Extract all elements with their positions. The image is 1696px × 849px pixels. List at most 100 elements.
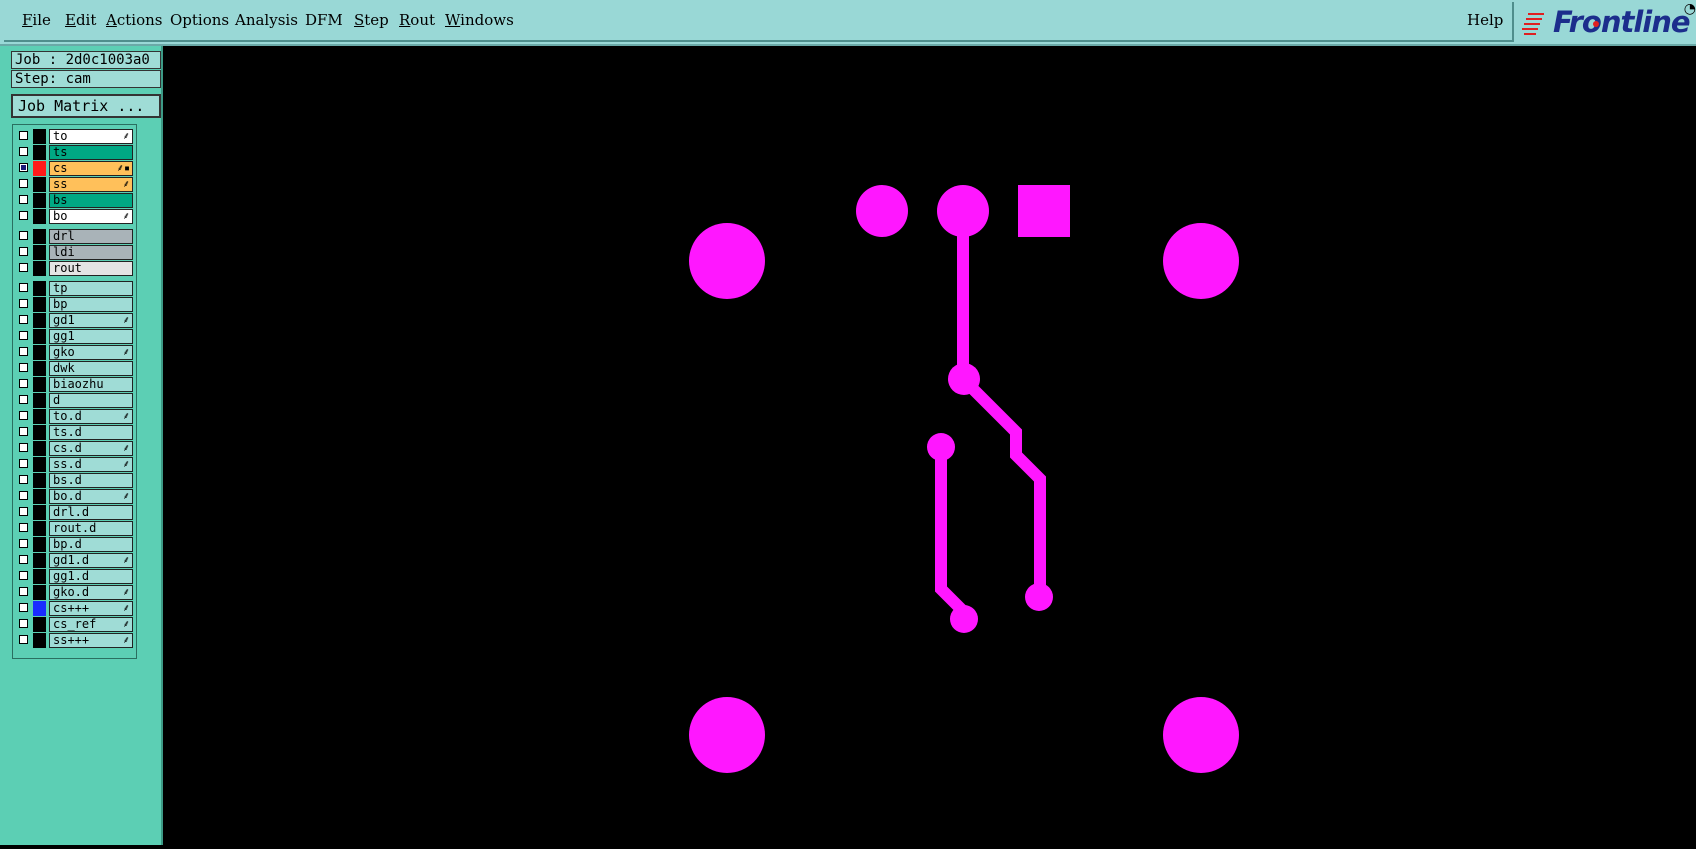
layer-row-bs[interactable]: bs [13, 193, 136, 208]
layer-row-gko.d[interactable]: gko.d ⸙ [13, 585, 136, 600]
layer-color-swatch[interactable] [33, 209, 46, 224]
graphics-canvas[interactable] [163, 46, 1696, 845]
menu-file[interactable]: File [22, 11, 51, 29]
layer-name[interactable]: drl.d [49, 505, 133, 520]
layer-color-swatch[interactable] [33, 473, 46, 488]
layer-checkbox[interactable] [19, 247, 28, 256]
layer-checkbox[interactable] [19, 195, 28, 204]
layer-color-swatch[interactable] [33, 441, 46, 456]
layer-row-to[interactable]: to ⸙ [13, 129, 136, 144]
layer-checkbox[interactable] [19, 179, 28, 188]
layer-name[interactable]: cs_ref ⸙ [49, 617, 133, 632]
layer-color-swatch[interactable] [33, 569, 46, 584]
layer-name[interactable]: bo.d ⸙ [49, 489, 133, 504]
layer-color-swatch[interactable] [33, 313, 46, 328]
menu-rout[interactable]: Rout [399, 11, 435, 29]
layer-checkbox[interactable] [19, 299, 28, 308]
trace-2[interactable] [935, 447, 969, 617]
layer-color-swatch[interactable] [33, 393, 46, 408]
layer-row-gd1[interactable]: gd1 ⸙ [13, 313, 136, 328]
layer-color-swatch[interactable] [33, 409, 46, 424]
menu-edit[interactable]: Edit [65, 11, 96, 29]
layer-color-swatch[interactable] [33, 177, 46, 192]
layer-checkbox[interactable] [19, 411, 28, 420]
menu-analysis[interactable]: Analysis [235, 11, 298, 29]
layer-row-ldi[interactable]: ldi [13, 245, 136, 260]
layer-checkbox[interactable] [19, 539, 28, 548]
layer-color-swatch[interactable] [33, 229, 46, 244]
layer-row-tp[interactable]: tp [13, 281, 136, 296]
layer-name[interactable]: tp [49, 281, 133, 296]
layer-color-swatch[interactable] [33, 129, 46, 144]
layer-row-ts[interactable]: ts [13, 145, 136, 160]
layer-checkbox[interactable] [19, 427, 28, 436]
layer-row-csplusplusplus[interactable]: cs+++ ⸙ [13, 601, 136, 616]
layer-color-swatch[interactable] [33, 489, 46, 504]
layer-checkbox[interactable] [19, 635, 28, 644]
layer-row-dwk[interactable]: dwk [13, 361, 136, 376]
layer-row-drl.d[interactable]: drl.d [13, 505, 136, 520]
layer-color-swatch[interactable] [33, 281, 46, 296]
menu-help[interactable]: Help [1467, 11, 1503, 29]
layer-name[interactable]: to.d ⸙ [49, 409, 133, 424]
layer-checkbox[interactable] [19, 331, 28, 340]
layer-row-drl[interactable]: drl [13, 229, 136, 244]
layer-color-swatch[interactable] [33, 425, 46, 440]
layer-color-swatch[interactable] [33, 585, 46, 600]
layer-name[interactable]: ts [49, 145, 133, 160]
layer-row-rout[interactable]: rout [13, 261, 136, 276]
layer-checkbox[interactable] [19, 263, 28, 272]
pcb-view[interactable] [163, 46, 1696, 845]
connector-pad-1[interactable] [856, 185, 908, 237]
layer-row-bp[interactable]: bp [13, 297, 136, 312]
layer-row-bo.d[interactable]: bo.d ⸙ [13, 489, 136, 504]
layer-name[interactable]: bp [49, 297, 133, 312]
layer-color-swatch[interactable] [33, 505, 46, 520]
layer-row-cs[interactable]: cs ⸙▪ [13, 161, 136, 176]
layer-name[interactable]: d [49, 393, 133, 408]
layer-color-swatch[interactable] [33, 329, 46, 344]
menu-step[interactable]: Step [354, 11, 389, 29]
layer-color-swatch[interactable] [33, 633, 46, 648]
layer-checkbox[interactable] [19, 587, 28, 596]
layer-row-ss[interactable]: ss ⸙ [13, 177, 136, 192]
layer-row-gg1.d[interactable]: gg1.d [13, 569, 136, 584]
layer-checkbox[interactable] [19, 315, 28, 324]
layer-checkbox[interactable] [19, 603, 28, 612]
layer-row-ss.d[interactable]: ss.d ⸙ [13, 457, 136, 472]
layer-row-biaozhu[interactable]: biaozhu [13, 377, 136, 392]
layer-name[interactable]: gko.d ⸙ [49, 585, 133, 600]
layer-checkbox[interactable] [19, 363, 28, 372]
layer-name[interactable]: bo ⸙ [49, 209, 133, 224]
layer-checkbox[interactable] [19, 507, 28, 516]
layer-checkbox[interactable] [19, 163, 28, 172]
layer-name[interactable]: ss ⸙ [49, 177, 133, 192]
layer-row-cs.d[interactable]: cs.d ⸙ [13, 441, 136, 456]
layer-color-swatch[interactable] [33, 145, 46, 160]
layer-name[interactable]: to ⸙ [49, 129, 133, 144]
layer-row-ts.d[interactable]: ts.d [13, 425, 136, 440]
layer-checkbox[interactable] [19, 523, 28, 532]
layer-name[interactable]: gg1 [49, 329, 133, 344]
layer-row-gg1[interactable]: gg1 [13, 329, 136, 344]
layer-checkbox[interactable] [19, 147, 28, 156]
layer-checkbox[interactable] [19, 395, 28, 404]
layer-color-swatch[interactable] [33, 261, 46, 276]
layer-row-d[interactable]: d [13, 393, 136, 408]
layer-row-gd1.d[interactable]: gd1.d ⸙ [13, 553, 136, 568]
layer-row-ssplusplusplus[interactable]: ss+++ ⸙ [13, 633, 136, 648]
mounting-pad-top-right[interactable] [1163, 223, 1239, 299]
layer-name[interactable]: drl [49, 229, 133, 244]
mounting-pad-bottom-left[interactable] [689, 697, 765, 773]
layer-row-bo[interactable]: bo ⸙ [13, 209, 136, 224]
layer-color-swatch[interactable] [33, 377, 46, 392]
layer-color-swatch[interactable] [33, 345, 46, 360]
layer-name[interactable]: cs ⸙▪ [49, 161, 133, 176]
layer-color-swatch[interactable] [33, 521, 46, 536]
layer-checkbox[interactable] [19, 443, 28, 452]
layer-name[interactable]: ts.d [49, 425, 133, 440]
mounting-pad-top-left[interactable] [689, 223, 765, 299]
layer-name[interactable]: dwk [49, 361, 133, 376]
layer-name[interactable]: biaozhu [49, 377, 133, 392]
layer-row-bs.d[interactable]: bs.d [13, 473, 136, 488]
